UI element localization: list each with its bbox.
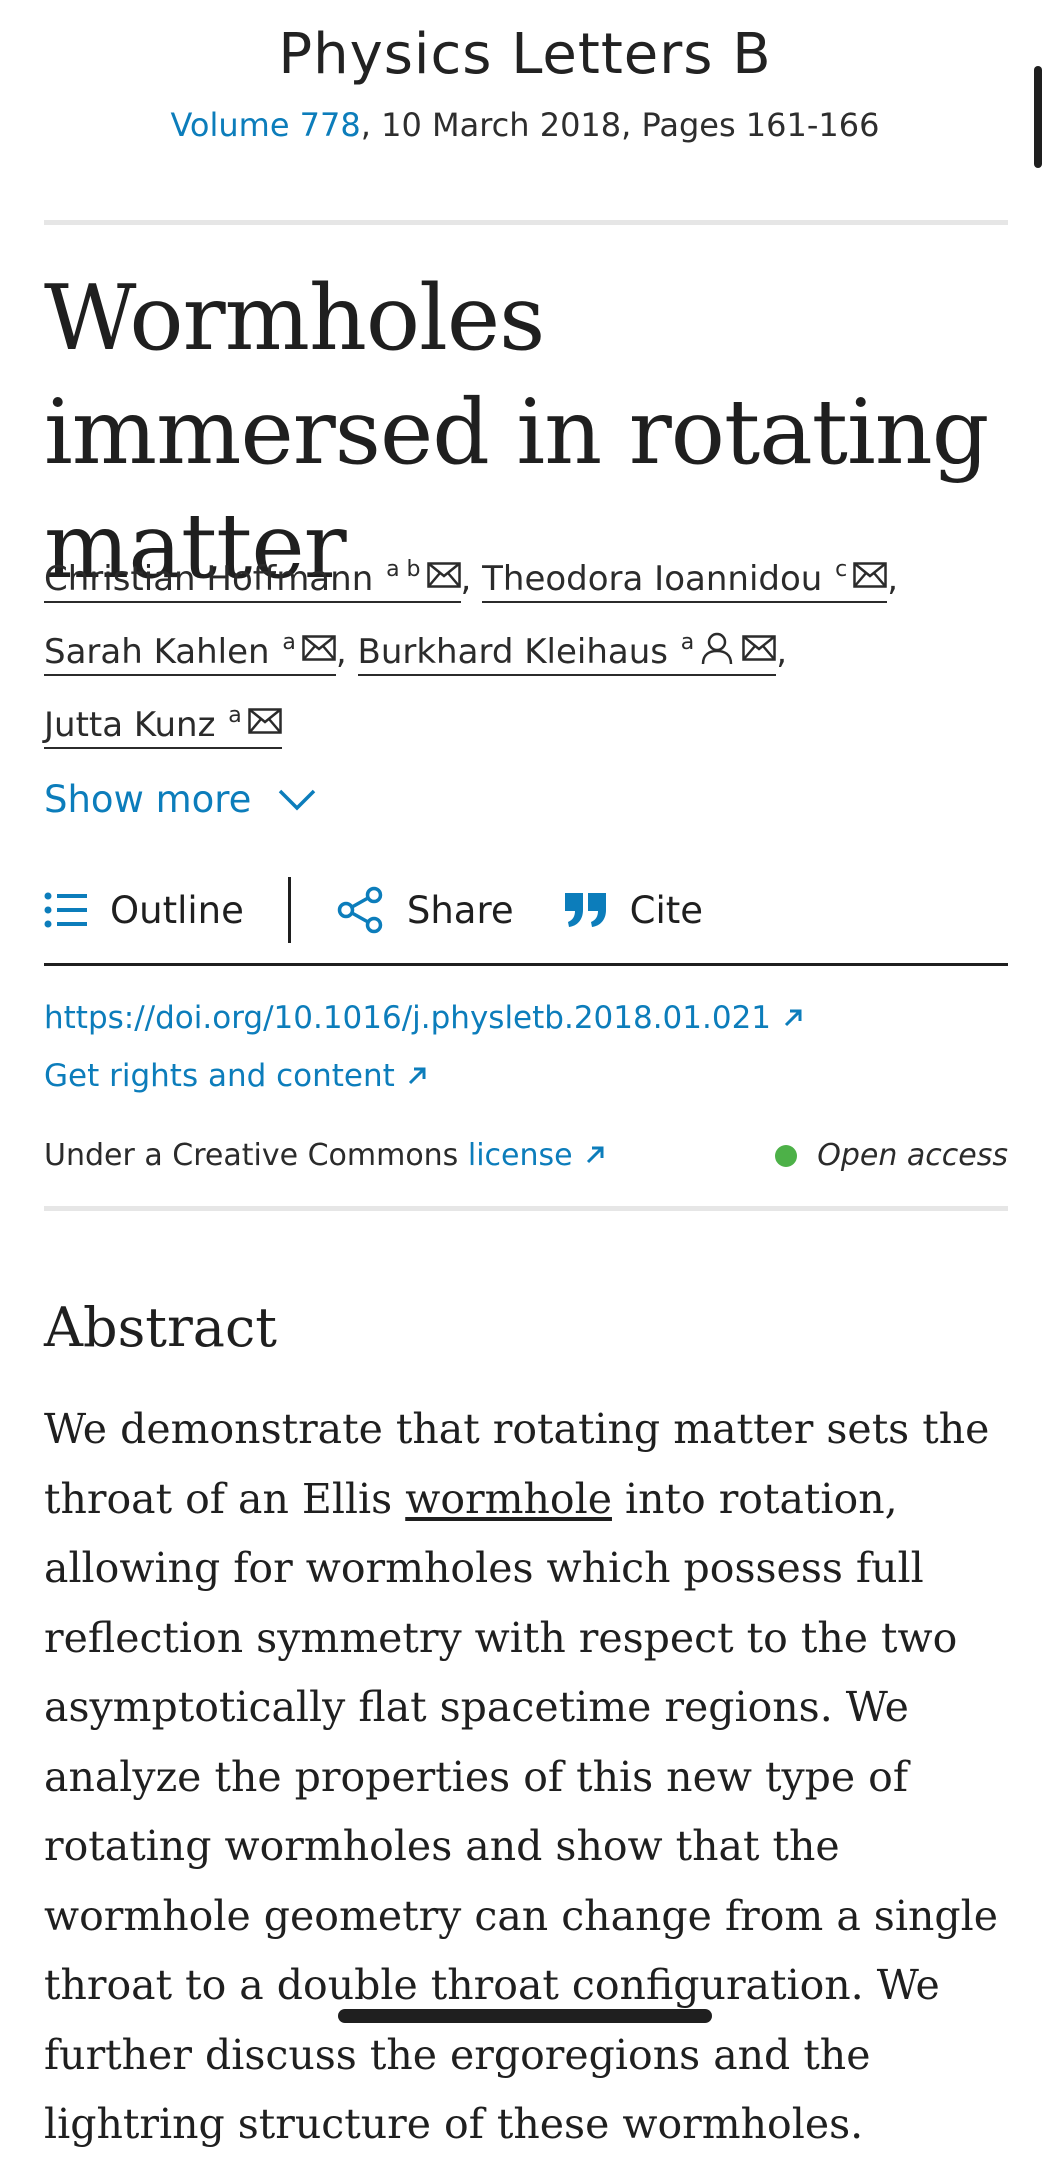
show-more-label: Show more bbox=[44, 778, 252, 821]
author-link[interactable]: Theodora Ioannidou c bbox=[482, 557, 888, 603]
email-icon bbox=[302, 635, 336, 661]
rights-text: Get rights and content bbox=[44, 1058, 395, 1094]
home-indicator[interactable] bbox=[338, 2009, 712, 2023]
issue-info: Volume 778, 10 March 2018, Pages 161-166 bbox=[0, 106, 1050, 144]
glossary-term-link[interactable]: wormhole bbox=[405, 1475, 612, 1523]
list-icon bbox=[44, 892, 87, 928]
open-access-dot-icon bbox=[775, 1144, 798, 1167]
issue-date-pages: , 10 March 2018, Pages 161-166 bbox=[360, 106, 880, 144]
rights-link[interactable]: Get rights and content bbox=[44, 1058, 427, 1094]
affiliation-marker: a bbox=[680, 630, 695, 655]
author-name: Theodora Ioannidou bbox=[482, 559, 823, 599]
email-icon bbox=[742, 635, 777, 661]
article-toolbar: Outline Share Cite bbox=[44, 875, 703, 945]
license-prefix: Under a Creative Commons bbox=[44, 1138, 459, 1173]
journal-title[interactable]: Physics Letters B bbox=[0, 22, 1050, 87]
outline-button[interactable]: Outline bbox=[44, 889, 244, 932]
author-link[interactable]: Christian Hoffmann a b bbox=[44, 557, 461, 603]
abstract-part-2: into rotation, allowing for wormholes wh… bbox=[44, 1474, 998, 2149]
share-button[interactable]: Share bbox=[337, 886, 514, 934]
affiliation-marker: a b bbox=[386, 557, 421, 582]
open-access-badge: Open access bbox=[775, 1138, 1008, 1173]
author-name: Jutta Kunz bbox=[44, 705, 216, 745]
external-link-icon bbox=[408, 1067, 426, 1085]
divider bbox=[44, 220, 1008, 225]
affiliation-marker: c bbox=[835, 557, 848, 582]
abstract-text: We demonstrate that rotating matter sets… bbox=[44, 1395, 1004, 2160]
affiliation-marker: a bbox=[282, 630, 296, 655]
cite-label: Cite bbox=[629, 888, 704, 932]
author-link[interactable]: Sarah Kahlen a bbox=[44, 630, 336, 676]
volume-link[interactable]: Volume 778 bbox=[170, 106, 360, 144]
share-icon bbox=[337, 886, 383, 934]
abstract-heading: Abstract bbox=[44, 1296, 277, 1359]
toolbar-divider bbox=[44, 963, 1008, 966]
doi-link[interactable]: https://doi.org/10.1016/j.physletb.2018.… bbox=[44, 1000, 803, 1036]
article-page: Physics Letters B Volume 778, 10 March 2… bbox=[0, 0, 1050, 2148]
show-more-button[interactable]: Show more bbox=[44, 778, 317, 821]
author-list: Christian Hoffmann a b, Theodora Ioannid… bbox=[44, 538, 1014, 757]
external-link-icon bbox=[784, 1009, 802, 1027]
quote-icon bbox=[564, 893, 606, 927]
email-icon bbox=[247, 708, 282, 734]
divider bbox=[44, 1206, 1008, 1211]
toolbar-separator bbox=[287, 877, 291, 943]
share-label: Share bbox=[406, 888, 514, 932]
author-name: Burkhard Kleihaus bbox=[357, 632, 668, 672]
author-name: Sarah Kahlen bbox=[44, 632, 270, 672]
license-link-text: license bbox=[467, 1138, 573, 1173]
chevron-down-icon bbox=[279, 789, 316, 810]
author-link[interactable]: Burkhard Kleihaus a bbox=[357, 630, 777, 676]
license-row: Under a Creative Commons license Open ac… bbox=[44, 1138, 1008, 1178]
author-name: Christian Hoffmann bbox=[44, 559, 374, 599]
email-icon bbox=[426, 562, 461, 588]
license-link[interactable]: license bbox=[468, 1138, 605, 1173]
email-icon bbox=[853, 562, 887, 588]
outline-label: Outline bbox=[110, 888, 244, 932]
external-link-icon bbox=[586, 1146, 604, 1164]
open-access-label: Open access bbox=[817, 1138, 1008, 1173]
person-icon bbox=[702, 632, 733, 665]
license-text: Under a Creative Commons license bbox=[44, 1138, 605, 1173]
author-link[interactable]: Jutta Kunz a bbox=[44, 703, 282, 749]
cite-button[interactable]: Cite bbox=[564, 889, 703, 932]
affiliation-marker: a bbox=[228, 703, 242, 728]
doi-text: https://doi.org/10.1016/j.physletb.2018.… bbox=[44, 1000, 772, 1036]
